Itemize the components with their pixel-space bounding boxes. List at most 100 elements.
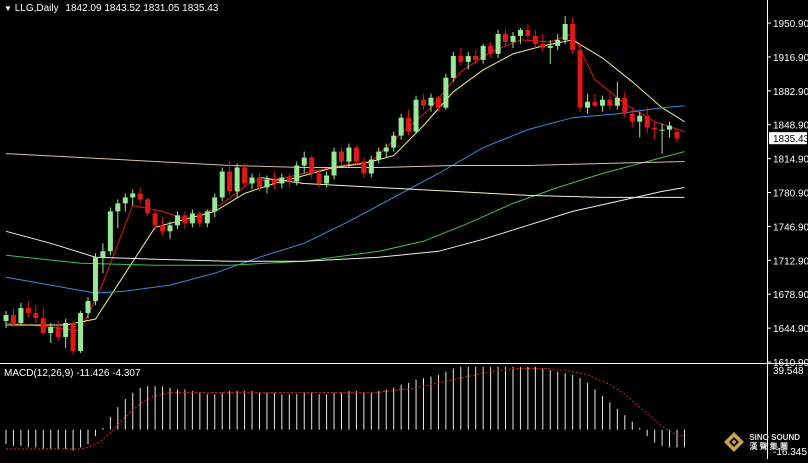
candle-body	[48, 327, 54, 333]
candle-body	[376, 151, 382, 160]
candle-body	[637, 115, 643, 122]
moving-average-line	[259, 177, 685, 198]
candle-body	[242, 167, 248, 184]
candle-body	[406, 117, 412, 132]
candle-body	[532, 35, 538, 44]
current-price-label: 1835.43	[773, 134, 808, 145]
price-tick-label: 1882.90	[773, 87, 808, 98]
candle-body	[25, 308, 31, 314]
price-tick-label: 1678.90	[773, 290, 808, 301]
candle-body	[413, 99, 419, 132]
candle-body	[212, 197, 218, 212]
candle-body	[652, 127, 658, 130]
candle-body	[480, 45, 486, 60]
candle-body	[55, 327, 61, 337]
symbol-label: LLG,Daily	[14, 3, 59, 14]
candle-body	[309, 157, 315, 174]
candle-body	[227, 171, 233, 192]
candle-body	[115, 203, 121, 212]
candle-body	[18, 308, 24, 324]
candle-body	[570, 23, 576, 50]
moving-average-line	[5, 33, 685, 332]
candle-body	[286, 177, 292, 182]
moving-average-line	[5, 105, 685, 294]
candle-body	[473, 55, 479, 60]
candle-body	[667, 125, 673, 130]
candle-body	[368, 159, 374, 174]
candle-body	[562, 23, 568, 40]
moving-average-line	[5, 187, 685, 262]
candle-body	[92, 257, 98, 302]
chart-canvas[interactable]: 1950.90 1916.90 1882.90 1848.90 1814.90 1780.…	[0, 0, 808, 459]
chart-header: ▼ LLG,Daily 1842.09 1843.52 1831.05 1835…	[4, 3, 218, 14]
candle-body	[428, 97, 434, 106]
symbol-menu-icon[interactable]: ▼	[4, 4, 12, 13]
ohlc-values: 1842.09 1843.52 1831.05 1835.43	[65, 3, 219, 14]
candle-body	[294, 165, 300, 182]
candle-body	[100, 251, 106, 258]
price-tick-label: 1950.90	[773, 19, 808, 30]
candle-body	[219, 171, 225, 198]
candle-body	[644, 115, 650, 128]
candle-body	[607, 99, 613, 106]
candle-body	[421, 99, 427, 106]
logo-line-1: SINO SOUND	[749, 433, 800, 442]
candle-body	[622, 97, 628, 114]
candle-body	[264, 179, 270, 188]
candle-body	[33, 313, 39, 319]
candle-body	[383, 147, 389, 152]
price-tick-label: 1746.90	[773, 222, 808, 233]
macd-label: MACD(12,26,9) -11.426 -4.307	[4, 368, 141, 379]
candle-body	[599, 99, 605, 106]
moving-average-line	[5, 151, 685, 266]
candle-body	[107, 211, 113, 252]
candle-body	[353, 147, 359, 162]
candle-body	[547, 45, 553, 48]
candle-body	[130, 193, 136, 198]
chart-window[interactable]: 1950.90 1916.90 1882.90 1848.90 1814.90 1780.…	[0, 0, 808, 459]
candle-body	[137, 193, 143, 200]
candle-body	[339, 151, 344, 162]
candle-body	[510, 35, 516, 42]
candle-body	[122, 197, 128, 204]
candle-body	[70, 323, 76, 351]
candle-body	[234, 167, 240, 192]
candle-body	[197, 213, 203, 224]
price-tick-label: 1780.90	[773, 189, 808, 200]
candle-body	[301, 157, 307, 166]
candle-body	[40, 318, 46, 333]
candle-body	[458, 55, 464, 62]
candle-body	[629, 113, 635, 122]
candle-body	[540, 43, 546, 48]
price-tick-label: 1644.90	[773, 324, 808, 335]
candle-body	[256, 177, 262, 188]
candle-body	[585, 101, 591, 108]
candle-body	[145, 199, 151, 214]
candle-body	[331, 151, 337, 176]
candle-body	[10, 315, 16, 324]
candle-body	[577, 49, 583, 108]
candle-body	[592, 101, 598, 106]
macd-axis-top: 39.548	[773, 366, 804, 377]
price-tick-label: 1712.90	[773, 256, 808, 267]
candle-body	[182, 215, 188, 224]
candle-body	[3, 315, 9, 322]
candle-body	[63, 323, 69, 337]
candle-body	[614, 97, 620, 106]
candle-body	[167, 225, 173, 232]
candle-body	[85, 301, 91, 314]
candle-body	[435, 97, 441, 108]
candle-body	[316, 173, 322, 184]
candle-body	[517, 29, 523, 36]
candle-body	[204, 211, 210, 224]
candle-body	[249, 177, 255, 184]
price-tick-label: 1848.90	[773, 121, 808, 132]
price-tick-label: 1916.90	[773, 53, 808, 64]
logo-line-2: 漢 聲 集 團	[749, 442, 788, 451]
candle-body	[361, 161, 367, 174]
moving-average-line	[6, 39, 685, 326]
candle-body	[398, 117, 404, 136]
sinosound-logo: SINO SOUND 漢 聲 集 團	[723, 431, 800, 453]
candle-body	[465, 55, 471, 62]
candle-body	[503, 33, 509, 42]
